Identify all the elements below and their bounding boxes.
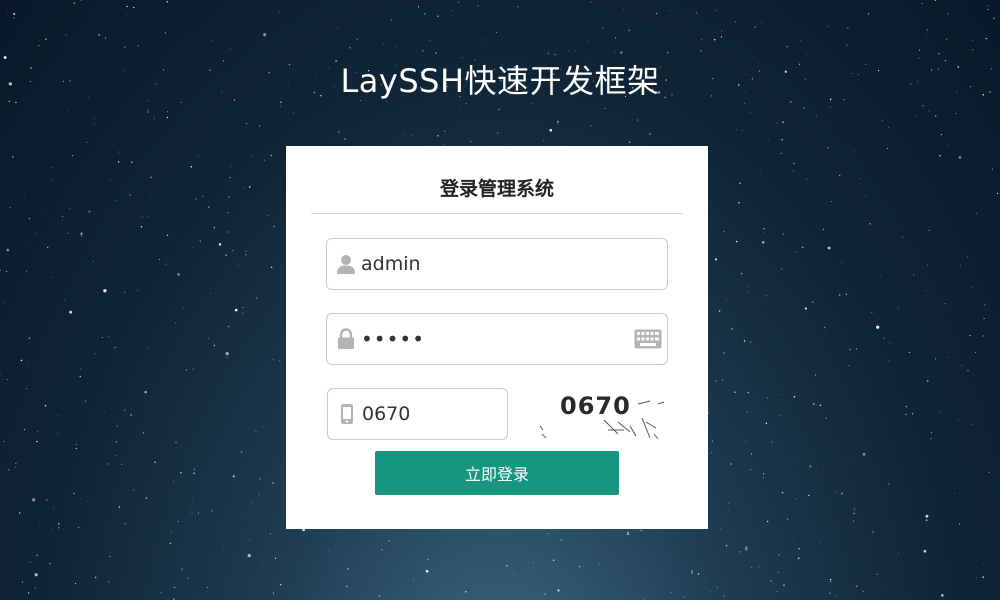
divider (311, 213, 683, 214)
password-field[interactable] (326, 313, 668, 365)
password-input[interactable] (361, 323, 621, 355)
username-input[interactable] (361, 248, 651, 280)
lock-icon (338, 328, 354, 349)
keyboard-icon[interactable] (634, 329, 662, 349)
login-heading: 登录管理系统 (439, 178, 554, 200)
captcha-text: 0670 (560, 392, 631, 420)
login-card: 登录管理系统 admin 0670 0670 立即登录 (286, 146, 708, 529)
captcha-input[interactable] (362, 398, 502, 430)
site-title: LaySSH快速开发框架 (340, 62, 660, 100)
captcha-field[interactable] (327, 388, 508, 440)
captcha-image[interactable]: 0670 (538, 386, 672, 442)
username-field[interactable] (326, 238, 668, 290)
phone-icon (341, 404, 353, 424)
user-icon (337, 255, 355, 274)
login-button[interactable]: 立即登录 (375, 451, 619, 495)
